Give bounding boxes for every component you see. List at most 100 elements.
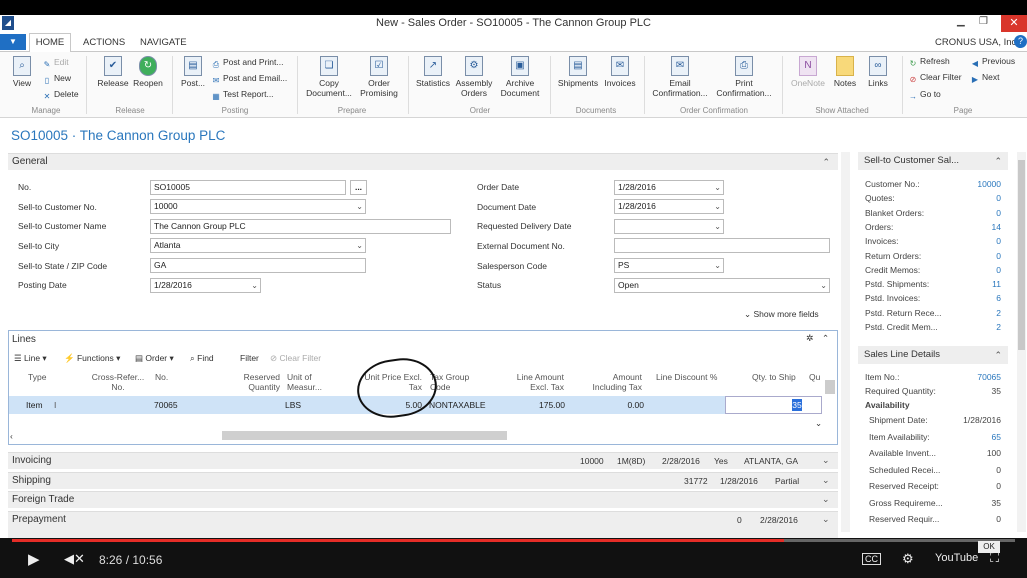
fasttab-prepayment[interactable]: Prepayment [8, 511, 838, 538]
lines-vertical-scrollbar[interactable] [825, 380, 835, 394]
line-detail-value[interactable]: 65 [961, 432, 1001, 442]
customer-stat-value[interactable]: 2 [961, 322, 1001, 332]
filter-button[interactable]: Filter [240, 353, 259, 363]
customer-stat-value[interactable]: 0 [961, 236, 1001, 246]
settings-icon[interactable]: ⚙ [902, 551, 914, 567]
line-detail-value[interactable]: 0 [961, 514, 1001, 524]
chevron-up-icon[interactable]: ⌃ [822, 333, 829, 344]
requested-delivery-date-field[interactable]: ⌄ [614, 219, 724, 234]
cell-tax-group-code[interactable]: NONTAXABLE [429, 400, 486, 410]
col-cross-reference-no[interactable]: Cross-Refer... No. [90, 372, 146, 392]
notes-button[interactable]: Notes [829, 56, 861, 88]
col-no[interactable]: No. [155, 372, 168, 382]
post-and-email-button[interactable]: ✉ Post and Email... [211, 73, 288, 86]
qty-to-ship-value[interactable]: 35 [792, 399, 802, 411]
clear-filter-button[interactable]: ⊘ Clear Filter [908, 72, 962, 85]
scroll-left-icon[interactable]: ‹ [10, 431, 13, 441]
fasttab-general[interactable]: General ⌃ [8, 153, 838, 170]
assist-edit-button[interactable]: ... [350, 180, 367, 195]
refresh-button[interactable]: ↻ Refresh [908, 56, 950, 69]
previous-button[interactable]: ◀ Previous [970, 56, 1015, 69]
youtube-logo[interactable]: YouTube [935, 552, 978, 564]
customer-no-field[interactable]: 10000 ⌄ [150, 199, 366, 214]
line-detail-value[interactable]: 0 [961, 465, 1001, 475]
onenote-button[interactable]: N OneNote [787, 56, 829, 88]
invoices-button[interactable]: ✉ Invoices [601, 56, 639, 88]
delete-button[interactable]: ✕ Delete [42, 89, 79, 102]
archive-document-button[interactable]: ▣ Archive Document [497, 56, 543, 98]
lines-horizontal-scrollbar[interactable] [222, 431, 507, 440]
fullscreen-icon[interactable]: ⛶ [990, 550, 999, 566]
line-detail-value[interactable]: 0 [961, 481, 1001, 491]
line-detail-value[interactable]: 1/28/2016 [961, 415, 1001, 425]
state-field[interactable]: GA [150, 258, 366, 273]
customer-stat-value[interactable]: 0 [961, 251, 1001, 261]
scroll-down-icon[interactable]: ⌄ [815, 418, 822, 429]
cell-amount-including-tax[interactable]: 0.00 [594, 400, 644, 410]
app-menu-button[interactable]: ▼ [0, 34, 26, 50]
chevron-down-icon[interactable]: ⌄ [822, 514, 830, 525]
line-menu-button[interactable]: ☰ Line ▾ [14, 353, 47, 364]
customer-stat-value[interactable]: 10000 [961, 179, 1001, 189]
edit-button[interactable]: ✎ Edit [42, 57, 69, 70]
fasttab-foreign-trade[interactable]: Foreign Trade [8, 491, 838, 508]
go-to-button[interactable]: → Go to [908, 89, 941, 102]
qty-to-ship-input[interactable] [725, 396, 822, 414]
email-confirmation-button[interactable]: ✉ Email Confirmation... [648, 56, 712, 98]
statistics-button[interactable]: ↗ Statistics [413, 56, 453, 88]
copy-document-button[interactable]: ❏ Copy Document... [302, 56, 356, 98]
city-field[interactable]: Atlanta ⌄ [150, 238, 366, 253]
factbox-scroll-thumb[interactable] [1018, 160, 1025, 350]
tab-home[interactable]: HOME [29, 33, 71, 53]
find-button[interactable]: ⌕ Find [190, 353, 214, 364]
col-unit-of-measure[interactable]: Unit of Measur... [287, 372, 337, 392]
factbox-sales-line-header[interactable]: Sales Line Details ⌃ [858, 346, 1008, 364]
next-button[interactable]: ▶ Next [970, 72, 1000, 85]
customer-stat-value[interactable]: 0 [961, 208, 1001, 218]
cell-type[interactable]: Item [26, 400, 43, 410]
salesperson-code-field[interactable]: PS ⌄ [614, 258, 724, 273]
clear-filter-lines-button[interactable]: ⊘ Clear Filter [270, 353, 321, 364]
chevron-down-icon[interactable]: ⌄ [822, 455, 830, 466]
captions-icon[interactable]: CC [862, 553, 881, 565]
chevron-down-icon[interactable]: ⌄ [822, 494, 830, 505]
maximize-icon[interactable]: ❐ [979, 16, 988, 27]
mute-icon[interactable]: ◀✕ [64, 551, 85, 567]
value-item-no[interactable]: 70065 [961, 372, 1001, 382]
customer-stat-value[interactable]: 0 [961, 265, 1001, 275]
tab-navigate[interactable]: NAVIGATE [140, 37, 187, 48]
assembly-orders-button[interactable]: ⚙ Assembly Orders [452, 56, 496, 98]
cell-line-amount[interactable]: 175.00 [515, 400, 565, 410]
posting-date-field[interactable]: 1/28/2016 ⌄ [150, 278, 261, 293]
col-qty-to-ship[interactable]: Qty. to Ship [752, 372, 796, 382]
shipments-button[interactable]: ▤ Shipments [555, 56, 601, 88]
customer-stat-value[interactable]: 6 [961, 293, 1001, 303]
fasttab-shipping[interactable]: Shipping [8, 472, 838, 489]
page-scrollbar[interactable] [841, 152, 850, 532]
release-button[interactable]: ✔ Release [95, 56, 131, 88]
customer-stat-value[interactable]: 14 [961, 222, 1001, 232]
play-icon[interactable]: ▶ [28, 550, 40, 568]
customize-icon[interactable]: ✲ [806, 333, 814, 344]
reopen-button[interactable]: ↻ Reopen [131, 56, 165, 88]
test-report-button[interactable]: ▦ Test Report... [211, 89, 273, 102]
order-promising-button[interactable]: ☑ Order Promising [355, 56, 403, 98]
col-line-amount[interactable]: Line Amount Excl. Tax [500, 372, 564, 392]
show-more-fields-link[interactable]: ⌄ Show more fields [744, 309, 819, 320]
order-menu-button[interactable]: ▤ Order ▾ [135, 353, 174, 364]
post-button[interactable]: ▤ Post... [178, 56, 208, 88]
cell-no[interactable]: 70065 [154, 400, 178, 410]
col-type[interactable]: Type [28, 372, 46, 382]
col-reserved-quantity[interactable]: Reserved Quantity [240, 372, 280, 392]
order-date-field[interactable]: 1/28/2016 ⌄ [614, 180, 724, 195]
customer-name-field[interactable]: The Cannon Group PLC [150, 219, 451, 234]
factbox-customer-header[interactable]: Sell-to Customer Sal... ⌃ [858, 152, 1008, 170]
close-icon[interactable]: ✕ [1001, 15, 1027, 32]
customer-stat-value[interactable]: 11 [961, 279, 1001, 289]
col-amount-including-tax[interactable]: Amount Including Tax [582, 372, 642, 392]
chevron-down-icon[interactable]: ⌄ [822, 475, 830, 486]
line-detail-value[interactable]: 100 [961, 448, 1001, 458]
customer-stat-value[interactable]: 2 [961, 308, 1001, 318]
cell-unit-of-measure[interactable]: LBS [285, 400, 301, 410]
links-button[interactable]: ∞ Links [863, 56, 893, 88]
